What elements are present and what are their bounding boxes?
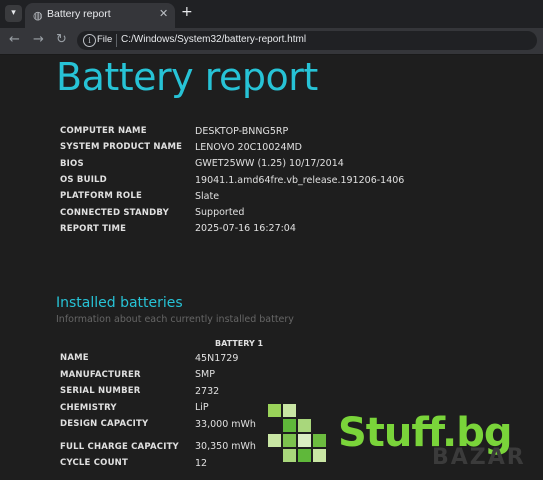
row-value: Supported xyxy=(195,207,245,219)
close-icon[interactable]: ✕ xyxy=(159,7,168,20)
new-tab-button[interactable]: + xyxy=(181,4,193,20)
row-label: SERIAL NUMBER xyxy=(60,386,141,397)
address-bar[interactable]: i File C:/Windows/System32/battery-repor… xyxy=(77,31,537,50)
row-label: PLATFORM ROLE xyxy=(60,191,142,202)
system-info-row: REPORT TIME 2025-07-16 16:27:04 xyxy=(60,221,404,237)
omnibox-divider xyxy=(116,34,117,47)
row-value: GWET25WW (1.25) 10/17/2014 xyxy=(195,158,344,170)
row-value: SMP xyxy=(195,369,215,381)
url-text[interactable]: C:/Windows/System32/battery-report.html xyxy=(121,34,306,45)
row-value: 2732 xyxy=(195,385,220,397)
system-info-row: CONNECTED STANDBY Supported xyxy=(60,204,404,220)
row-label: REPORT TIME xyxy=(60,223,127,234)
forward-icon[interactable]: → xyxy=(33,32,44,47)
info-icon[interactable]: i xyxy=(83,34,96,47)
row-label: CONNECTED STANDBY xyxy=(60,207,169,218)
battery-column-header: BATTERY 1 xyxy=(215,339,264,348)
tab-search-button[interactable]: ▾ xyxy=(5,5,22,22)
row-label: OS BUILD xyxy=(60,175,107,186)
row-value: 30,350 mWh xyxy=(195,441,256,453)
tab-strip: ▾ ◍ Battery report ✕ + xyxy=(0,0,543,28)
row-label: CYCLE COUNT xyxy=(60,458,128,469)
system-info-row: OS BUILD 19041.1.amd64fre.vb_release.1912… xyxy=(60,172,404,188)
installed-batteries-heading: Installed batteries xyxy=(56,295,183,311)
row-label: FULL CHARGE CAPACITY xyxy=(60,441,179,452)
row-label: CHEMISTRY xyxy=(60,402,117,413)
row-value: 2025-07-16 16:27:04 xyxy=(195,223,296,235)
installed-batteries-subtitle: Information about each currently install… xyxy=(56,314,294,325)
row-value: Slate xyxy=(195,190,220,202)
watermark-ghost-text: BAZAR xyxy=(432,445,526,470)
battery-row: DESIGN CAPACITY 33,000 mWh xyxy=(60,416,256,433)
tab-battery-report[interactable]: ◍ Battery report ✕ xyxy=(25,3,175,28)
row-value: 12 xyxy=(195,457,208,469)
row-label: DESIGN CAPACITY xyxy=(60,419,149,430)
battery-row: SERIAL NUMBER 2732 xyxy=(60,383,256,400)
battery-row: NAME 45N1729 xyxy=(60,350,256,367)
row-value: 45N1729 xyxy=(195,352,239,364)
row-value: LENOVO 20C10024MD xyxy=(195,141,302,153)
row-value: 33,000 mWh xyxy=(195,418,256,430)
row-label: SYSTEM PRODUCT NAME xyxy=(60,142,183,153)
row-label: COMPUTER NAME xyxy=(60,126,147,137)
system-info-row: PLATFORM ROLE Slate xyxy=(60,188,404,204)
system-info-row: COMPUTER NAME DESKTOP-BNNG5RP xyxy=(60,123,404,139)
reload-icon[interactable]: ↻ xyxy=(56,32,67,47)
battery-row: CYCLE COUNT 12 xyxy=(60,455,256,472)
battery-row: FULL CHARGE CAPACITY 30,350 mWh xyxy=(60,433,256,456)
row-label: MANUFACTURER xyxy=(60,369,141,380)
system-info-row: BIOS GWET25WW (1.25) 10/17/2014 xyxy=(60,156,404,172)
system-info-row: SYSTEM PRODUCT NAME LENOVO 20C10024MD xyxy=(60,139,404,155)
system-info-table: COMPUTER NAME DESKTOP-BNNG5RP SYSTEM PRODU… xyxy=(60,123,404,237)
battery-row: CHEMISTRY LiP xyxy=(60,400,256,417)
globe-icon: ◍ xyxy=(33,9,43,22)
row-value: 19041.1.amd64fre.vb_release.191206-1406 xyxy=(195,174,405,186)
file-chip[interactable]: File xyxy=(97,34,112,45)
page-title: Battery report xyxy=(56,55,318,99)
row-value: DESKTOP-BNNG5RP xyxy=(195,125,289,137)
back-icon[interactable]: ← xyxy=(9,32,20,47)
browser-toolbar: ← → ↻ i File C:/Windows/System32/battery… xyxy=(0,28,543,55)
battery-row: MANUFACTURER SMP xyxy=(60,367,256,384)
tab-title: Battery report xyxy=(47,8,111,20)
battery-table: NAME 45N1729 MANUFACTURER SMP SERIAL NUMBER 2… xyxy=(60,350,256,472)
row-value: LiP xyxy=(195,402,209,414)
row-label: NAME xyxy=(60,353,89,364)
row-label: BIOS xyxy=(60,158,84,169)
